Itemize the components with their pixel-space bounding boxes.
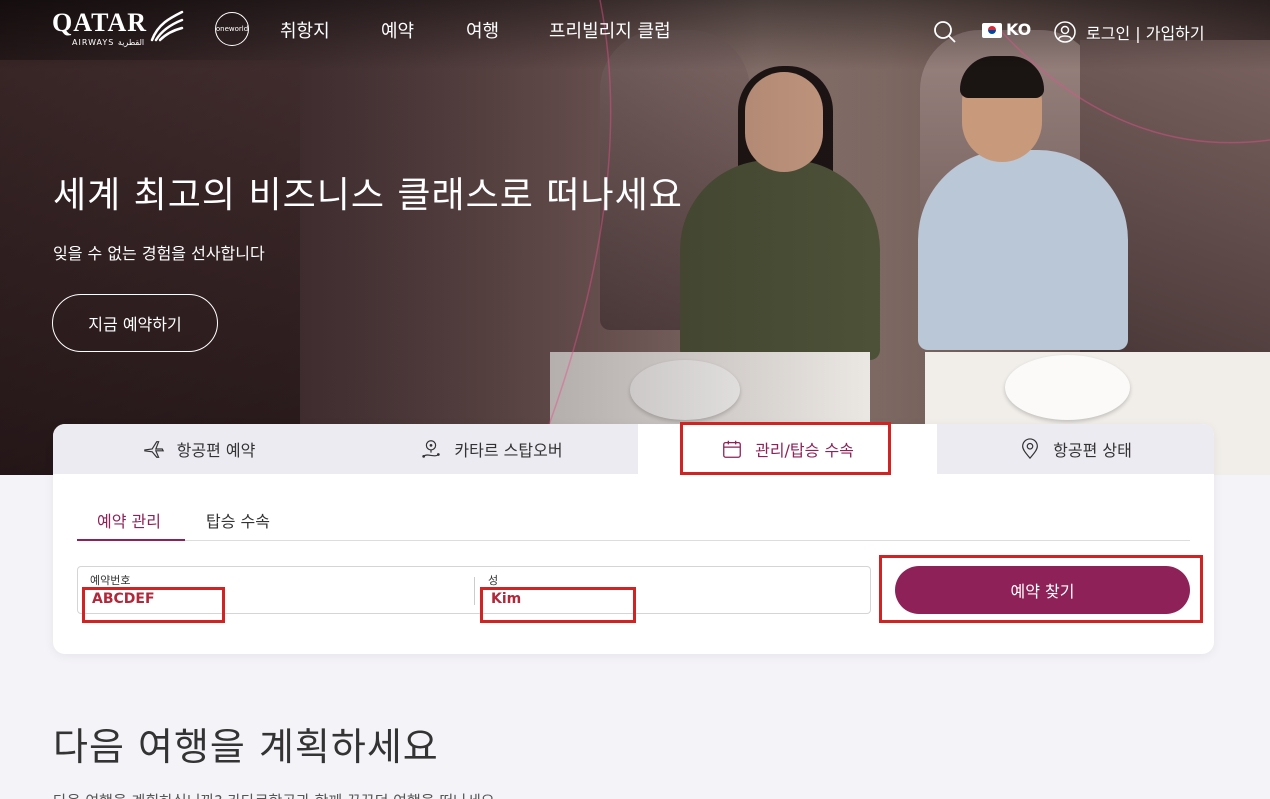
subtab-active-indicator xyxy=(77,539,185,541)
hero-title: 세계 최고의 비즈니스 클래스로 떠나세요 xyxy=(53,175,683,216)
tab-flight-status-label: 항공편 상태 xyxy=(1053,441,1132,460)
top-nav: QATAR AIRWAYS القطرية oneworld 취항지 예약 여행… xyxy=(0,0,1270,60)
booking-widget: 항공편 예약 카타르 스탑오버 관리/탑승 수속 항공편 상태 예약 관리 탑승… xyxy=(53,422,1214,654)
nav-destinations[interactable]: 취항지 xyxy=(280,17,330,43)
highlight-last-name xyxy=(480,587,636,623)
subtab-checkin[interactable]: 탑승 수속 xyxy=(206,508,270,532)
search-icon[interactable] xyxy=(933,20,957,44)
book-now-button[interactable]: 지금 예약하기 xyxy=(52,294,218,352)
stopover-icon xyxy=(422,440,441,458)
korea-flag-icon[interactable] xyxy=(982,23,1002,38)
language-selector[interactable]: KO xyxy=(1006,20,1031,39)
login-signup-link[interactable]: 로그인 | 가입하기 xyxy=(1086,20,1205,44)
highlight-find-button xyxy=(879,555,1203,623)
logo-subtext: AIRWAYS القطرية xyxy=(72,38,145,47)
logo-wordmark: QATAR xyxy=(52,8,148,37)
nav-travel[interactable]: 여행 xyxy=(466,17,499,43)
section-title: 다음 여행을 계획하세요 xyxy=(53,725,439,769)
tab-qatar-stopover[interactable]: 카타르 스탑오버 xyxy=(345,424,638,474)
highlight-manage-tab xyxy=(680,422,891,475)
highlight-booking-ref xyxy=(82,587,225,623)
hero-decor-lines xyxy=(529,0,1270,475)
subtab-manage-booking[interactable]: 예약 관리 xyxy=(97,508,161,532)
tab-book-flight[interactable]: 항공편 예약 xyxy=(53,424,345,474)
tab-qatar-stopover-label: 카타르 스탑오버 xyxy=(454,441,563,460)
section-body: 다음 여행을 계획하십니까? 카타르항공과 함께 꿈꾸던 여행을 떠나세요. xyxy=(53,790,499,799)
tab-flight-status[interactable]: 항공편 상태 xyxy=(937,424,1214,474)
oneworld-logo[interactable]: oneworld xyxy=(215,12,249,46)
qatar-airways-logo[interactable]: QATAR AIRWAYS القطرية xyxy=(52,8,187,47)
location-pin-icon xyxy=(1022,438,1039,460)
field-divider xyxy=(474,577,475,605)
hero-subtitle: 잊을 수 없는 경험을 선사합니다 xyxy=(53,244,265,263)
nav-booking[interactable]: 예약 xyxy=(381,17,414,43)
nav-privilege-club[interactable]: 프리빌리지 클럽 xyxy=(549,17,671,43)
user-icon[interactable] xyxy=(1054,21,1076,43)
plane-icon xyxy=(143,441,164,458)
oryx-icon xyxy=(150,10,184,42)
hero-banner xyxy=(0,0,1270,475)
booking-tabs: 항공편 예약 카타르 스탑오버 관리/탑승 수속 항공편 상태 xyxy=(53,424,1214,474)
oneworld-label: oneworld xyxy=(215,25,249,33)
booking-ref-label: 예약번호 xyxy=(90,574,131,587)
last-name-label: 성 xyxy=(488,574,499,587)
tab-book-flight-label: 항공편 예약 xyxy=(176,441,256,460)
subtab-divider xyxy=(77,540,1190,541)
